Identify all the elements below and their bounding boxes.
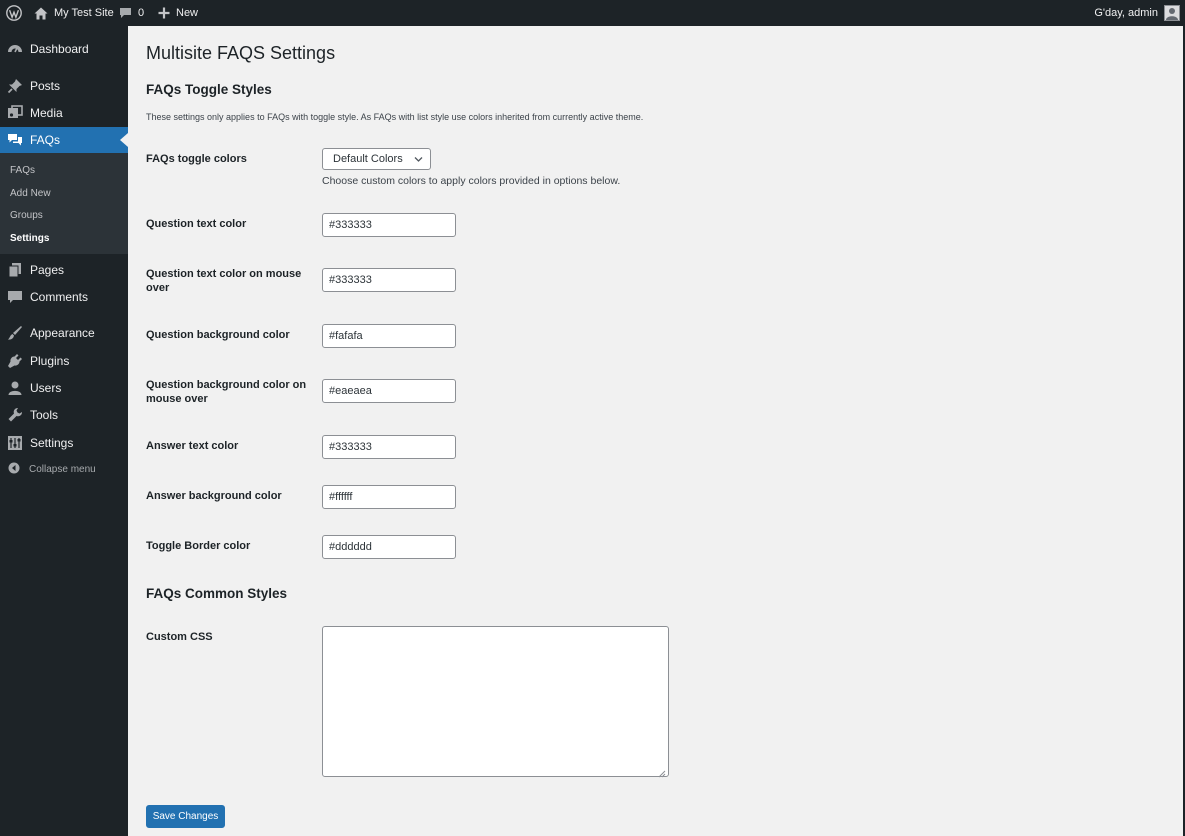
- menu-label: Dashboard: [30, 42, 89, 56]
- home-icon: [34, 7, 48, 20]
- answer-text-color-label: Answer text color: [146, 440, 239, 452]
- menu-label: Plugins: [30, 354, 70, 368]
- collapse-arrow-icon: [8, 462, 20, 477]
- resize-grip-icon[interactable]: [657, 765, 666, 783]
- plus-icon: [158, 7, 170, 19]
- menu-item-dashboard[interactable]: Dashboard: [0, 36, 128, 62]
- menu-label: Appearance: [30, 326, 95, 340]
- menu-item-plugins[interactable]: Plugins: [0, 348, 128, 374]
- comments-count: 0: [138, 7, 145, 19]
- save-changes-button[interactable]: Save Changes: [146, 805, 225, 828]
- user-icon: [7, 380, 23, 396]
- chevron-down-icon: [414, 155, 423, 167]
- new-content-link[interactable]: New: [158, 0, 198, 26]
- menu-item-comments[interactable]: Comments: [0, 284, 128, 310]
- comment-bubble-icon: [119, 7, 132, 19]
- collapse-menu-button[interactable]: Collapse menu: [0, 458, 128, 480]
- menu-item-settings[interactable]: Settings: [0, 430, 128, 456]
- brush-icon: [7, 325, 23, 341]
- settings-page: Multisite FAQS Settings FAQs Toggle Styl…: [128, 26, 1185, 836]
- question-text-hover-color-label: Question text color on mouse over: [146, 268, 302, 294]
- question-bg-hover-color-input[interactable]: [322, 379, 456, 403]
- common-styles-heading: FAQs Common Styles: [146, 586, 288, 601]
- faq-icon: [7, 132, 23, 148]
- new-label: New: [176, 7, 199, 19]
- admin-menu: Dashboard Posts Media FAQs FAQs Add New …: [0, 26, 128, 836]
- question-text-hover-color-input[interactable]: [322, 268, 456, 292]
- question-bg-hover-color-label: Question background color on mouse over: [146, 379, 307, 405]
- my-account-link[interactable]: G'day, admin: [1094, 0, 1180, 26]
- menu-label: Comments: [30, 290, 89, 304]
- site-name-link[interactable]: My Test Site: [34, 0, 114, 26]
- site-name-label: My Test Site: [54, 7, 114, 19]
- submenu-item-faqs[interactable]: FAQs: [10, 165, 35, 176]
- toggle-styles-heading: FAQs Toggle Styles: [146, 82, 272, 97]
- comments-link[interactable]: 0: [119, 0, 144, 26]
- question-bg-color-label: Question background color: [146, 329, 290, 341]
- menu-label: Media: [30, 106, 63, 120]
- toggle-border-color-label: Toggle Border color: [146, 540, 251, 552]
- menu-item-appearance[interactable]: Appearance: [0, 320, 128, 346]
- dashboard-icon: [7, 41, 23, 57]
- menu-label: Users: [30, 381, 62, 395]
- toggle-styles-description: These settings only applies to FAQs with…: [146, 112, 644, 122]
- pin-icon: [7, 78, 23, 94]
- collapse-menu-label: Collapse menu: [29, 463, 96, 475]
- menu-item-faqs[interactable]: FAQs: [0, 127, 128, 153]
- toggle-colors-label: FAQs toggle colors: [146, 153, 247, 165]
- answer-bg-color-label: Answer background color: [146, 490, 282, 502]
- menu-label: Settings: [30, 436, 74, 450]
- submenu-item-groups[interactable]: Groups: [10, 210, 43, 221]
- avatar: [1164, 5, 1180, 21]
- pages-icon: [7, 262, 23, 278]
- question-text-color-label: Question text color: [146, 218, 247, 230]
- question-bg-color-input[interactable]: [322, 324, 456, 348]
- admin-bar: My Test Site 0 New G'day, admin: [0, 0, 1185, 26]
- custom-css-textarea[interactable]: [322, 626, 669, 777]
- plugin-icon: [7, 353, 23, 369]
- comment-icon: [7, 289, 23, 305]
- settings-icon: [7, 435, 23, 451]
- menu-label: Tools: [30, 408, 59, 422]
- menu-item-posts[interactable]: Posts: [0, 73, 128, 99]
- toggle-colors-select[interactable]: Default Colors: [322, 148, 431, 170]
- submenu-item-add-new[interactable]: Add New: [10, 188, 51, 199]
- page-title: Multisite FAQS Settings: [146, 43, 336, 63]
- faqs-submenu: FAQs Add New Groups Settings: [0, 153, 128, 254]
- menu-item-pages[interactable]: Pages: [0, 257, 128, 283]
- question-text-color-input[interactable]: [322, 213, 456, 237]
- custom-css-label: Custom CSS: [146, 631, 213, 643]
- answer-bg-color-input[interactable]: [322, 485, 456, 509]
- wrench-icon: [7, 407, 23, 423]
- wordpress-logo-icon[interactable]: [6, 0, 22, 26]
- menu-label: FAQs: [30, 133, 61, 147]
- toggle-border-color-input[interactable]: [322, 535, 456, 559]
- menu-label: Posts: [30, 79, 61, 93]
- menu-item-users[interactable]: Users: [0, 375, 128, 401]
- toggle-colors-description: Choose custom colors to apply colors pro…: [322, 175, 621, 187]
- menu-item-media[interactable]: Media: [0, 100, 128, 126]
- toggle-colors-selected: Default Colors: [333, 153, 403, 165]
- menu-label: Pages: [30, 263, 65, 277]
- greeting-text: G'day, admin: [1094, 7, 1158, 19]
- submenu-item-settings[interactable]: Settings: [10, 233, 49, 244]
- media-icon: [7, 105, 23, 121]
- answer-text-color-input[interactable]: [322, 435, 456, 459]
- menu-item-tools[interactable]: Tools: [0, 402, 128, 428]
